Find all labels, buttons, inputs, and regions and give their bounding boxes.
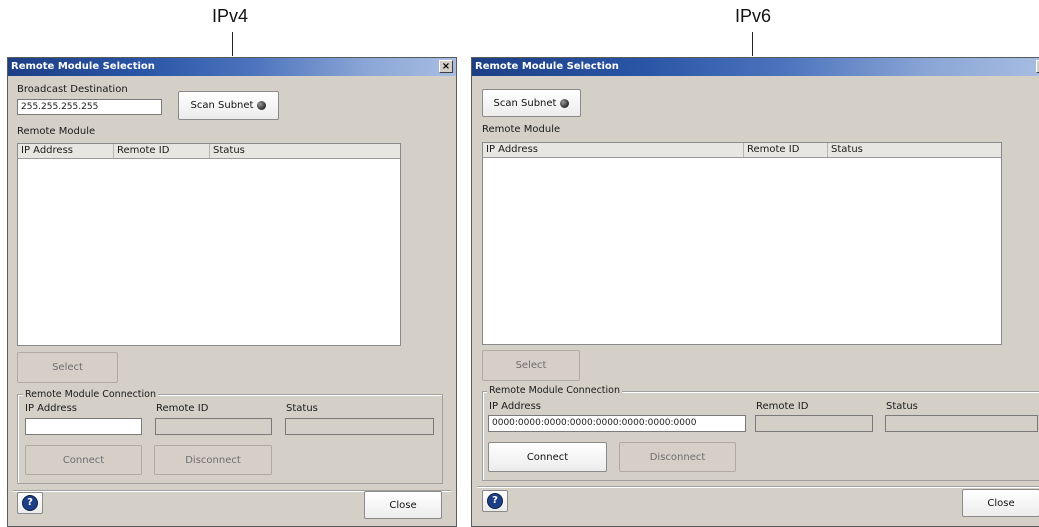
ipv6-dialog: Remote Module Selection × Scan Subnet Re… [471,57,1039,527]
title-bar: Remote Module Selection × [472,58,1039,76]
column-status[interactable]: Status [828,143,1003,157]
list-header: IP Address Remote ID Status [18,144,400,159]
remote-module-list[interactable]: IP Address Remote ID Status [482,142,1002,345]
remote-module-label: Remote Module [482,124,561,135]
conn-ip-label: IP Address [489,401,541,412]
help-button[interactable]: ? [482,490,508,512]
conn-remote-id-label: Remote ID [756,401,809,412]
help-icon: ? [487,493,503,509]
close-button[interactable]: Close [364,491,442,519]
conn-status-label: Status [286,403,318,414]
scan-subnet-button[interactable]: Scan Subnet [482,89,581,117]
conn-ip-label: IP Address [25,403,77,414]
conn-remote-id-field [155,418,272,435]
status-led-icon [560,98,570,108]
connect-button[interactable]: Connect [25,445,142,475]
help-button[interactable]: ? [17,492,43,514]
conn-ip-address-input[interactable] [25,418,142,435]
footer-separator [477,486,1039,488]
connection-group-label: Remote Module Connection [23,389,158,400]
ipv4-dialog: Remote Module Selection × Broadcast Dest… [7,57,457,527]
connection-group-label: Remote Module Connection [487,385,622,396]
conn-status-label: Status [886,401,918,412]
select-button[interactable]: Select [482,350,580,381]
conn-remote-id-field [755,415,873,432]
help-icon: ? [22,495,38,511]
list-header: IP Address Remote ID Status [483,143,1001,158]
conn-ip-address-input[interactable]: 0000:0000:0000:0000:0000:0000:0000:0000 [488,415,746,432]
remote-module-label: Remote Module [17,126,96,137]
column-remote-id[interactable]: Remote ID [114,144,210,158]
conn-status-field [885,415,1038,432]
dialog-title: Remote Module Selection [475,61,619,72]
disconnect-button[interactable]: Disconnect [619,442,736,472]
broadcast-destination-input[interactable]: 255.255.255.255 [17,99,162,115]
broadcast-label: Broadcast Destination [17,84,128,95]
ipv6-caption-line [752,32,753,56]
scan-subnet-label: Scan Subnet [493,97,557,109]
status-led-icon [257,101,267,110]
ipv4-caption: IPv4 [212,6,249,26]
close-icon[interactable]: × [439,60,453,73]
scan-subnet-label: Scan Subnet [190,100,254,111]
title-bar: Remote Module Selection × [8,58,456,76]
dialog-title: Remote Module Selection [11,61,155,72]
remote-module-list[interactable]: IP Address Remote ID Status [17,143,401,346]
column-status[interactable]: Status [210,144,402,158]
column-remote-id[interactable]: Remote ID [744,143,828,157]
disconnect-button[interactable]: Disconnect [154,445,272,475]
conn-status-field [285,418,434,435]
conn-remote-id-label: Remote ID [156,403,209,414]
column-ip-address[interactable]: IP Address [18,144,114,158]
close-button[interactable]: Close [962,489,1039,517]
connect-button[interactable]: Connect [488,442,607,472]
scan-subnet-button[interactable]: Scan Subnet [178,91,279,120]
select-button[interactable]: Select [17,352,118,383]
column-ip-address[interactable]: IP Address [483,143,744,157]
ipv4-caption-line [232,32,233,56]
ipv6-caption: IPv6 [735,6,772,26]
